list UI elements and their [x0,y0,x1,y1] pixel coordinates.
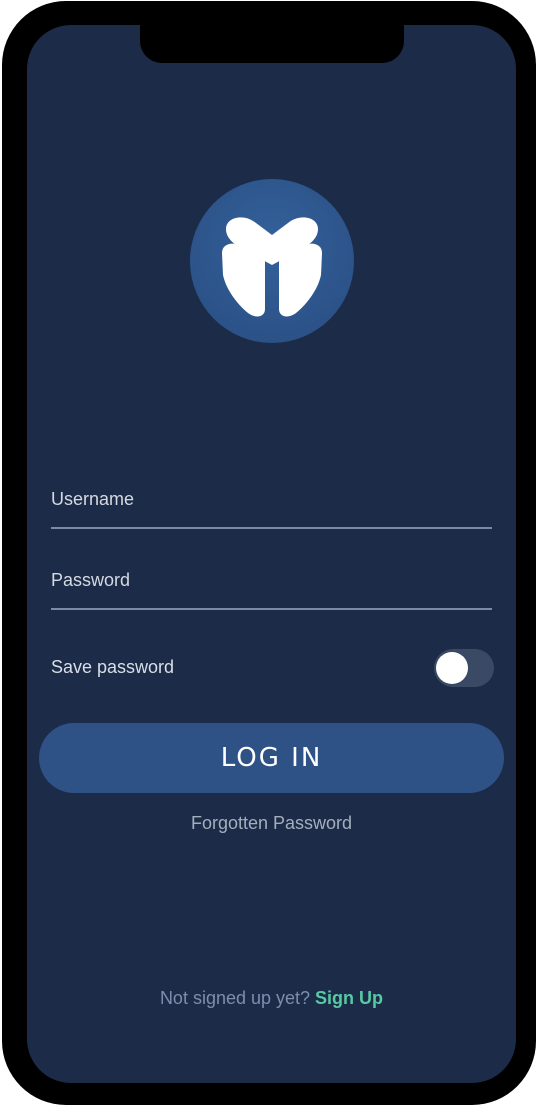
app-logo-icon [190,179,354,343]
signup-link[interactable]: Sign Up [315,988,383,1008]
signup-prompt-text: Not signed up yet? [159,988,316,1008]
device-notch [140,25,404,63]
save-password-label: Save password [51,657,175,677]
toggle-knob [436,652,468,684]
phone-frame: Save password LOG IN Forgotten Password … [2,1,536,1105]
login-button[interactable]: LOG IN [39,723,504,793]
login-screen: Save password LOG IN Forgotten Password … [27,25,516,1083]
signup-row: Not signed up yet? Sign Up [27,988,516,1009]
password-field-container [51,564,492,610]
password-field[interactable] [51,564,492,608]
save-password-toggle[interactable] [434,649,494,687]
forgot-password-link[interactable]: Forgotten Password [27,813,516,834]
username-field[interactable] [51,483,492,527]
save-password-row: Save password [51,649,494,687]
username-field-container [51,483,492,529]
